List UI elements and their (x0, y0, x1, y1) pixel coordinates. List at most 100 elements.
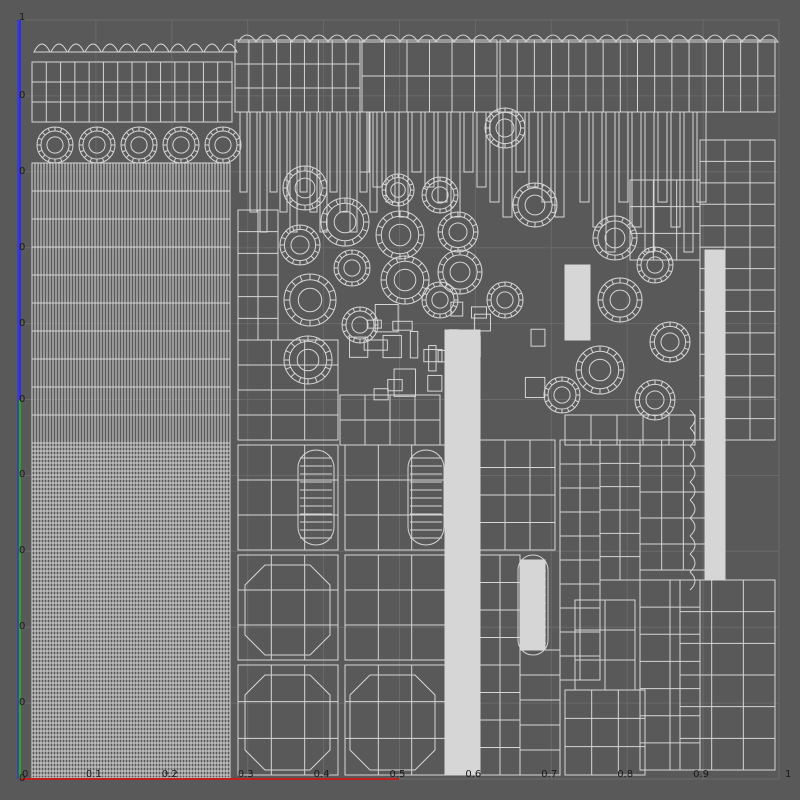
uv-octagon-island[interactable] (244, 564, 331, 656)
uv-fan-island[interactable] (169, 43, 187, 53)
uv-island-mid[interactable] (339, 394, 441, 446)
uv-strip[interactable] (299, 111, 308, 193)
uv-curve-island[interactable] (689, 427, 696, 447)
uv-fan-island[interactable] (345, 34, 365, 43)
uv-fan-island[interactable] (84, 43, 102, 53)
uv-island-small[interactable] (524, 376, 546, 399)
uv-island-small[interactable] (450, 301, 464, 317)
uv-strip[interactable] (359, 111, 370, 173)
uv-ring-island[interactable] (512, 182, 558, 228)
uv-strip[interactable] (592, 111, 603, 228)
uv-ring-island[interactable] (636, 246, 674, 284)
uv-fan-island[interactable] (615, 34, 635, 43)
uv-fan-island[interactable] (633, 34, 653, 43)
uv-ring-island[interactable] (283, 335, 333, 385)
uv-strip[interactable] (269, 111, 278, 193)
uv-octagon-island[interactable] (349, 674, 436, 771)
uv-ring-island[interactable] (575, 345, 625, 395)
uv-strip[interactable] (309, 111, 318, 213)
uv-island-top-left[interactable] (31, 61, 233, 123)
uv-fan-island[interactable] (561, 34, 581, 43)
uv-curve-island[interactable] (689, 553, 696, 573)
uv-curve-island[interactable] (689, 445, 696, 465)
uv-curve-island[interactable] (689, 499, 696, 519)
uv-fan-island[interactable] (399, 34, 419, 43)
uv-curve-island[interactable] (689, 571, 696, 591)
uv-fan-island[interactable] (118, 43, 136, 53)
uv-strip[interactable] (618, 111, 629, 203)
uv-curve-island[interactable] (689, 409, 696, 429)
uv-island-small[interactable] (387, 379, 403, 392)
uv-ring-island[interactable] (421, 176, 459, 214)
uv-island-panel[interactable] (599, 439, 641, 581)
uv-ring-island[interactable] (320, 197, 370, 247)
uv-island-panel[interactable] (559, 439, 601, 681)
uv-ring-top-left[interactable] (36, 126, 74, 164)
uv-strip[interactable] (670, 111, 681, 228)
uv-ring-island[interactable] (333, 249, 371, 287)
uv-fan-island[interactable] (669, 34, 689, 43)
uv-island-top-band[interactable] (234, 39, 361, 113)
uv-island-small[interactable] (392, 320, 413, 331)
uv-fan-island[interactable] (152, 43, 170, 53)
uv-island-solid-bar[interactable] (704, 249, 726, 581)
uv-capsule-island[interactable] (407, 449, 445, 546)
uv-strip[interactable] (339, 111, 348, 213)
uv-ring-island[interactable] (597, 277, 643, 323)
uv-ring-top-left[interactable] (204, 126, 242, 164)
uv-island-top-band[interactable] (499, 39, 776, 113)
uv-island-small[interactable] (427, 374, 443, 392)
uv-fan-island[interactable] (525, 34, 545, 43)
uv-island-small[interactable] (423, 349, 443, 363)
uv-island-small[interactable] (393, 368, 417, 397)
uv-strip[interactable] (631, 111, 642, 228)
uv-fan-island[interactable] (237, 34, 257, 43)
uv-island-small[interactable] (373, 388, 389, 401)
uv-curve-island[interactable] (689, 463, 696, 483)
uv-fan-island[interactable] (543, 34, 563, 43)
uv-ring-top-left[interactable] (162, 126, 200, 164)
uv-strip[interactable] (463, 111, 474, 173)
uv-fan-island[interactable] (363, 34, 383, 43)
uv-island-small[interactable] (473, 313, 491, 332)
uv-canvas[interactable] (0, 0, 800, 800)
uv-fan-island[interactable] (435, 34, 455, 43)
uv-island-panel[interactable] (639, 439, 706, 571)
uv-strip[interactable] (279, 111, 288, 213)
uv-fan-island[interactable] (255, 34, 275, 43)
uv-strip[interactable] (437, 111, 448, 203)
uv-strip[interactable] (644, 111, 655, 253)
uv-island-solid-small[interactable] (564, 264, 591, 341)
uv-fan-island[interactable] (741, 34, 761, 43)
uv-island-small[interactable] (382, 334, 402, 359)
uv-fan-island[interactable] (101, 43, 119, 53)
uv-island-top-band[interactable] (361, 39, 498, 113)
uv-strip[interactable] (696, 111, 707, 203)
uv-ring-island[interactable] (279, 224, 321, 266)
uv-island-panel[interactable] (479, 554, 521, 776)
uv-fan-island[interactable] (203, 43, 221, 53)
uv-ring-island[interactable] (381, 173, 415, 207)
uv-fan-island[interactable] (50, 43, 68, 53)
uv-ring-island[interactable] (437, 211, 479, 253)
uv-strip[interactable] (249, 111, 258, 213)
uv-viewport[interactable]: 0 0.1 0.2 0.3 0.4 0.5 0.6 0.7 0.8 0.9 1 0000000000… (0, 0, 800, 800)
uv-fan-island[interactable] (327, 34, 347, 43)
uv-curve-island[interactable] (689, 481, 696, 501)
uv-strip[interactable] (359, 111, 368, 193)
uv-fan-island[interactable] (67, 43, 85, 53)
uv-island-solid-column[interactable] (444, 329, 481, 776)
uv-ring-island[interactable] (484, 107, 526, 149)
uv-fan-island[interactable] (135, 43, 153, 53)
uv-island-panel[interactable] (344, 664, 446, 776)
uv-fan-island[interactable] (186, 43, 204, 53)
uv-island-mid-left[interactable] (237, 209, 279, 341)
uv-island-small[interactable] (530, 328, 546, 347)
uv-capsule-island[interactable] (297, 449, 335, 546)
uv-ring-island[interactable] (543, 376, 581, 414)
uv-strip[interactable] (329, 111, 338, 193)
uv-strip[interactable] (683, 111, 694, 253)
uv-fan-island[interactable] (291, 34, 311, 43)
uv-ring-top-left[interactable] (120, 126, 158, 164)
uv-fan-island[interactable] (453, 34, 473, 43)
